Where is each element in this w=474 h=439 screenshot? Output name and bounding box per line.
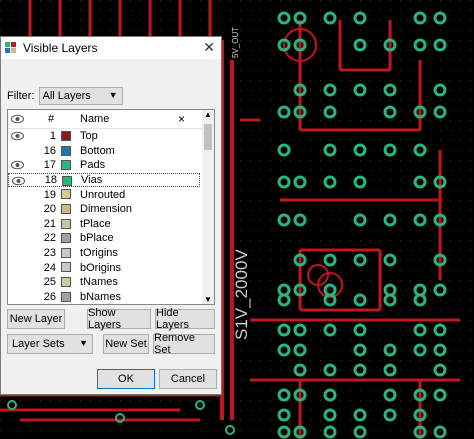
layer-name: bOrigins xyxy=(80,261,121,274)
layer-name: Vias xyxy=(81,174,103,187)
layer-name: tPlace xyxy=(80,217,111,230)
filter-label: Filter: xyxy=(7,90,35,102)
layer-number: 24 xyxy=(43,261,56,274)
ok-button[interactable]: OK xyxy=(97,369,155,389)
hide-layers-button[interactable]: Hide Layers xyxy=(155,307,215,331)
new-set-button[interactable]: New Set xyxy=(103,334,149,354)
show-layers-button[interactable]: Show Layers xyxy=(87,307,151,331)
layer-name: tNames xyxy=(80,276,118,289)
filter-row: Filter: All Layers ▼ xyxy=(7,87,123,105)
layer-name: Dimension xyxy=(80,203,132,216)
layer-list-scrollbar[interactable]: ▲ ▼ xyxy=(202,110,214,304)
dialog-title: Visible Layers xyxy=(23,41,98,55)
column-header-close[interactable]: × xyxy=(178,112,185,126)
layer-number: 1 xyxy=(49,130,56,143)
layer-number: 26 xyxy=(43,290,56,303)
layer-number: 19 xyxy=(43,188,56,201)
column-header-name[interactable]: Name xyxy=(80,113,109,125)
layer-sets-value: Layer Sets xyxy=(12,338,65,350)
cancel-button[interactable]: Cancel xyxy=(159,369,217,389)
layer-color-swatch[interactable] xyxy=(61,233,71,244)
board-vertical-label: S1V_2000V xyxy=(232,249,251,340)
layer-number: 25 xyxy=(43,276,56,289)
layer-sets-select[interactable]: Layer Sets ▼ xyxy=(7,334,93,354)
layer-name: tOrigins xyxy=(80,247,118,260)
layer-color-swatch[interactable] xyxy=(61,291,71,302)
eye-icon[interactable] xyxy=(11,160,24,170)
filter-select[interactable]: All Layers ▼ xyxy=(38,87,123,105)
layer-name: Unrouted xyxy=(80,188,126,201)
layer-list[interactable]: # Name × 1 Top 16 Bottom 17 Pads 18 Vias 19 Unrou… xyxy=(7,109,215,305)
board-top-label: 5V_OUT xyxy=(231,27,240,58)
new-layer-button[interactable]: New Layer xyxy=(7,309,65,329)
layer-list-header: # Name × xyxy=(8,110,214,129)
layer-name: Pads xyxy=(80,159,106,172)
layer-color-swatch[interactable] xyxy=(62,175,72,186)
layer-name: bNames xyxy=(80,290,121,303)
scroll-down-icon[interactable]: ▼ xyxy=(204,295,212,304)
layer-number: 22 xyxy=(43,232,56,245)
chevron-down-icon: ▼ xyxy=(79,338,88,348)
chevron-down-icon: ▼ xyxy=(108,90,118,100)
layer-row[interactable]: 24 bOrigins xyxy=(8,260,200,275)
visible-layers-dialog: Visible Layers ✕ Filter: All Layers ▼ # … xyxy=(0,36,222,395)
scroll-up-icon[interactable]: ▲ xyxy=(204,110,212,119)
eye-icon[interactable] xyxy=(11,131,24,141)
column-header-number[interactable]: # xyxy=(48,113,54,125)
layer-row[interactable]: 22 bPlace xyxy=(8,231,200,246)
layer-row[interactable]: 17 Pads xyxy=(8,158,200,173)
layer-color-swatch[interactable] xyxy=(61,277,71,287)
remove-set-button[interactable]: Remove Set xyxy=(153,332,215,356)
layer-number: 20 xyxy=(43,203,56,216)
layer-color-swatch[interactable] xyxy=(61,145,71,156)
eye-icon[interactable] xyxy=(11,114,24,124)
eye-icon[interactable] xyxy=(12,176,25,186)
layer-color-swatch[interactable] xyxy=(61,262,71,273)
layer-color-swatch[interactable] xyxy=(61,189,71,200)
close-icon[interactable]: ✕ xyxy=(203,39,215,56)
layers-app-icon xyxy=(5,42,16,53)
layer-row[interactable]: 23 tOrigins xyxy=(8,246,200,261)
layer-row[interactable]: 20 Dimension xyxy=(8,202,200,217)
layer-row[interactable]: 25 tNames xyxy=(8,275,200,290)
layer-number: 23 xyxy=(43,247,56,260)
layer-row[interactable]: 18 Vias xyxy=(8,172,200,188)
layer-row[interactable]: 21 tPlace xyxy=(8,217,200,232)
layer-name: bPlace xyxy=(80,232,114,245)
filter-value: All Layers xyxy=(42,90,91,102)
dialog-titlebar: Visible Layers ✕ xyxy=(1,37,221,59)
layer-color-swatch[interactable] xyxy=(61,204,71,214)
layer-number: 21 xyxy=(43,217,56,230)
layer-row[interactable]: 1 Top xyxy=(8,129,200,144)
scrollbar-thumb[interactable] xyxy=(204,124,212,150)
layer-color-swatch[interactable] xyxy=(61,218,71,229)
layer-row[interactable]: 16 Bottom xyxy=(8,144,200,159)
layer-name: Top xyxy=(80,130,98,143)
layer-color-swatch[interactable] xyxy=(61,131,71,141)
layer-number: 16 xyxy=(43,144,56,157)
layer-name: Bottom xyxy=(80,144,115,157)
layer-color-swatch[interactable] xyxy=(61,247,71,258)
layer-number: 17 xyxy=(43,159,56,172)
layer-row[interactable]: 19 Unrouted xyxy=(8,187,200,202)
layer-row[interactable]: 26 bNames xyxy=(8,290,200,304)
layer-number: 18 xyxy=(44,174,57,187)
layer-color-swatch[interactable] xyxy=(61,160,71,171)
